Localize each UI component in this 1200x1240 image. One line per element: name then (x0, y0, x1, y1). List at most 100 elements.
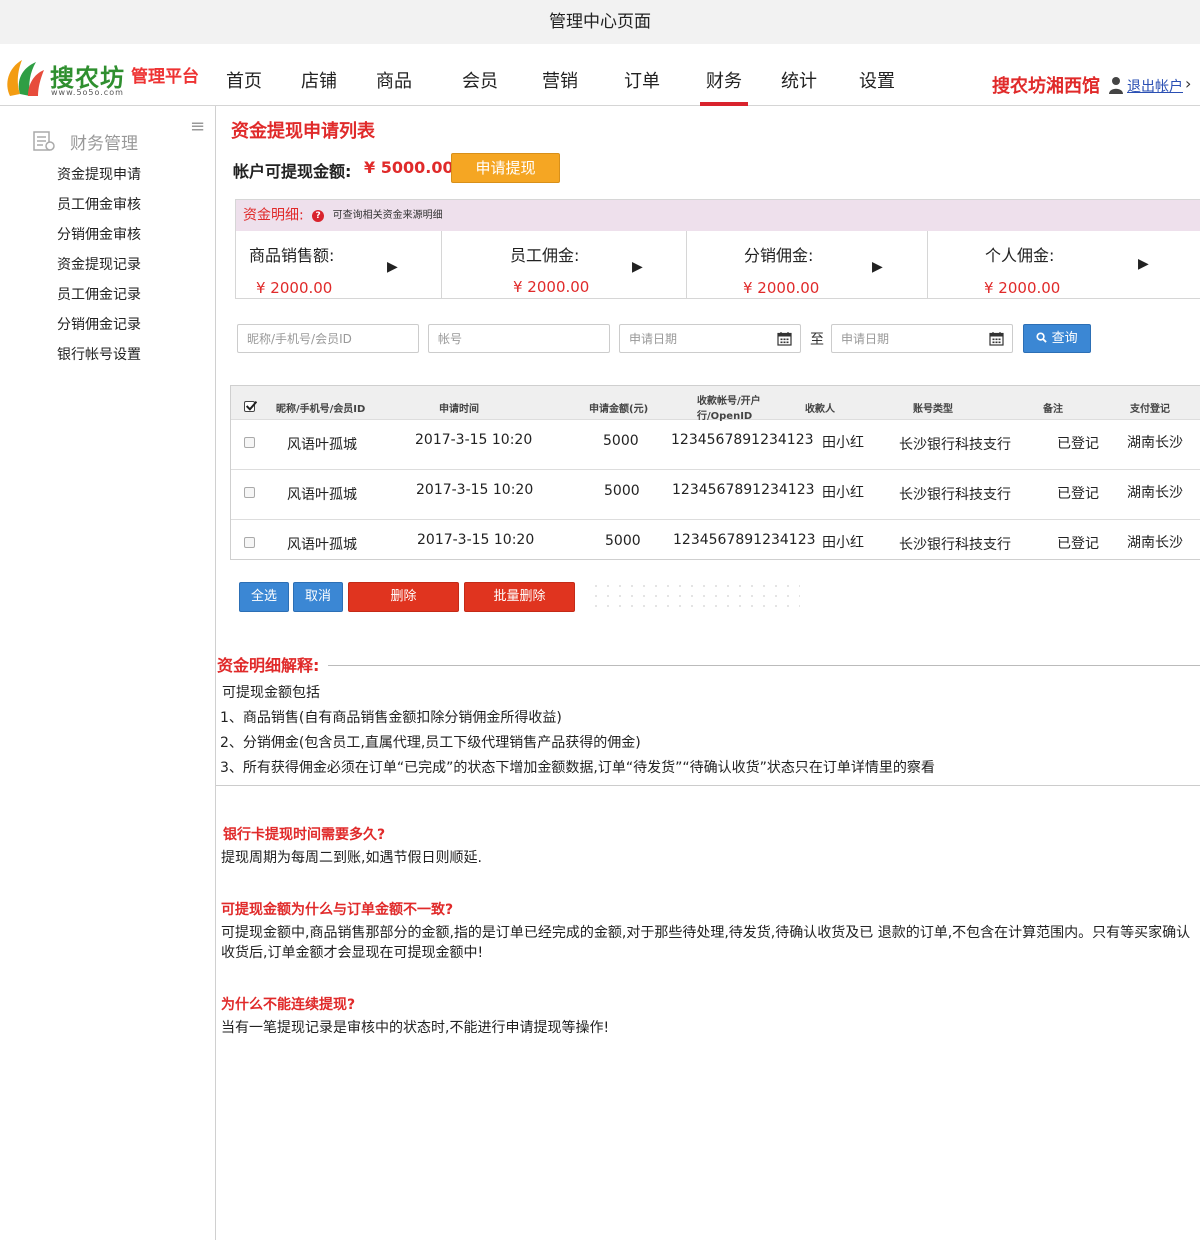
arrow-right-icon[interactable]: ▶ (1138, 256, 1149, 272)
row-checkbox[interactable] (244, 437, 255, 448)
dotted-placeholder (590, 581, 800, 611)
window-title: 管理中心页面 (0, 0, 1200, 44)
card-personal-commission[interactable]: 个人佣金: ▶ ¥ 2000.00 (928, 231, 1200, 298)
help-icon[interactable]: ? (312, 209, 325, 222)
logo[interactable]: 搜农坊 www.5o5o.com 管理平台 (0, 52, 215, 102)
sidebar-item-distribution-commission-review[interactable]: 分销佣金审核 (57, 220, 141, 250)
card-label: 分销佣金: (744, 246, 814, 265)
sidebar-menu: 资金提现申请 员工佣金审核 分销佣金审核 资金提现记录 员工佣金记录 分销佣金记… (57, 160, 141, 370)
faq-answer: 当有一笔提现记录是审核中的状态时,不能进行申请提现等操作! (221, 1020, 610, 1036)
col-time: 申请时间 (439, 404, 479, 415)
row-checkbox[interactable] (244, 487, 255, 498)
logo-url: www.5o5o.com (51, 88, 124, 97)
nav-finance[interactable]: 财务 (700, 44, 748, 106)
nav-store[interactable]: 店铺 (295, 44, 343, 106)
table-row: 风语叶孤城 2017-3-15 10:20 5000 1234567891234… (231, 470, 1200, 520)
balance-label: 帐户可提现金额: (233, 162, 352, 181)
cell-remark: 已登记 (1057, 436, 1099, 452)
faq-answer: 可提现金额中,商品销售那部分的金额,指的是订单已经完成的金额,对于那些待处理,待… (221, 925, 1191, 961)
cell-remark: 已登记 (1057, 486, 1099, 502)
chevron-right-icon: › (1185, 74, 1192, 93)
select-all-checkbox[interactable] (244, 400, 257, 412)
nav-settings[interactable]: 设置 (853, 44, 901, 106)
leaf-logo-icon (7, 60, 44, 96)
fund-detail-label: 资金明细: (243, 207, 304, 224)
cell-type: 长沙银行科技支行 (899, 487, 1011, 503)
menu-toggle-icon[interactable]: ≡ (190, 116, 205, 137)
ledger-icon (33, 131, 55, 151)
cell-type: 长沙银行科技支行 (899, 537, 1011, 553)
query-button-label: 查询 (1051, 331, 1078, 346)
nav-products[interactable]: 商品 (370, 44, 418, 106)
card-value: ¥ 2000.00 (256, 279, 333, 297)
cell-payee: 田小红 (822, 435, 864, 451)
col-account: 收款帐号/开户 (697, 396, 761, 407)
sidebar-item-distribution-commission-records[interactable]: 分销佣金记录 (57, 310, 141, 340)
card-label: 员工佣金: (510, 246, 580, 265)
cell-account: 1234567891234123 (671, 432, 814, 448)
nav-home[interactable]: 首页 (220, 44, 268, 106)
cell-user: 风语叶孤城 (287, 487, 357, 503)
cell-time: 2017-3-15 10:20 (417, 532, 535, 548)
table-header: 昵称/手机号/会员ID 申请时间 申请金额(元) 收款帐号/开户 行/OpenI… (231, 386, 1200, 422)
nav-stats[interactable]: 统计 (775, 44, 823, 106)
sidebar-item-staff-commission-review[interactable]: 员工佣金审核 (57, 190, 141, 220)
fund-detail-header: 资金明细: ? 可查询相关资金来源明细 (236, 200, 1200, 231)
cell-payee: 田小红 (822, 535, 864, 551)
card-value: ¥ 2000.00 (513, 278, 590, 296)
date-start-input[interactable] (619, 324, 801, 353)
row-checkbox[interactable] (244, 537, 255, 548)
sidebar-item-withdraw-records[interactable]: 资金提现记录 (57, 250, 141, 280)
sidebar-item-bank-account-settings[interactable]: 银行帐号设置 (57, 340, 141, 370)
query-button[interactable]: 查询 (1023, 324, 1091, 353)
card-staff-commission[interactable]: 员工佣金: ▶ ¥ 2000.00 (442, 231, 687, 298)
divider (216, 785, 1200, 786)
account-search-input[interactable] (428, 324, 610, 353)
nav-members[interactable]: 会员 (456, 44, 504, 106)
cell-time: 2017-3-15 10:20 (416, 482, 534, 498)
cell-payment: 湖南长沙 (1127, 485, 1183, 501)
nav-orders[interactable]: 订单 (618, 44, 666, 106)
apply-withdraw-button[interactable]: 申请提现 (451, 153, 560, 183)
arrow-right-icon[interactable]: ▶ (872, 259, 883, 275)
sidebar-item-staff-commission-records[interactable]: 员工佣金记录 (57, 280, 141, 310)
card-value: ¥ 2000.00 (984, 279, 1061, 297)
date-end-input[interactable] (831, 324, 1013, 353)
faq-answer: 提现周期为每周二到账,如遇节假日则顺延. (221, 850, 482, 866)
col-type: 账号类型 (913, 404, 953, 415)
delete-button[interactable]: 删除 (348, 582, 459, 612)
calendar-icon[interactable] (989, 331, 1004, 346)
batch-delete-button[interactable]: 批量删除 (464, 582, 575, 612)
header: 搜农坊 www.5o5o.com 管理平台 首页 店铺 商品 会员 营销 订单 … (0, 44, 1200, 106)
col-amount: 申请金额(元) (589, 404, 649, 415)
card-label: 商品销售额: (249, 246, 335, 265)
explain-line: 2、分销佣金(包含员工,直属代理,员工下级代理销售产品获得的佣金) (220, 735, 641, 751)
card-sales[interactable]: 商品销售额: ▶ ¥ 2000.00 (236, 231, 442, 298)
user-search-input[interactable] (237, 324, 419, 353)
arrow-right-icon[interactable]: ▶ (387, 259, 398, 275)
balance-value: ¥ 5000.00 (364, 158, 454, 177)
col-remark: 备注 (1043, 404, 1063, 415)
check-icon (245, 400, 257, 411)
main-content: 资金提现申请列表 帐户可提现金额: ¥ 5000.00 申请提现 资金明细: ?… (216, 106, 1200, 1240)
sidebar-item-withdraw-apply[interactable]: 资金提现申请 (57, 160, 141, 190)
table-row: 风语叶孤城 2017-3-15 10:20 5000 1234567891234… (231, 420, 1200, 470)
withdraw-table: 昵称/手机号/会员ID 申请时间 申请金额(元) 收款帐号/开户 行/OpenI… (230, 385, 1200, 560)
divider (328, 665, 1200, 666)
cell-account: 1234567891234123 (673, 532, 816, 548)
explain-line: 可提现金额包括 (222, 685, 320, 701)
col-payment: 支付登记 (1130, 404, 1170, 415)
shop-name: 搜农坊湘西馆 (992, 76, 1100, 97)
cell-payment: 湖南长沙 (1127, 435, 1183, 451)
nav-marketing[interactable]: 营销 (536, 44, 584, 106)
calendar-icon[interactable] (777, 331, 792, 346)
cancel-button[interactable]: 取消 (293, 582, 343, 612)
explain-title: 资金明细解释: (217, 652, 326, 676)
sidebar: ≡ 财务管理 资金提现申请 员工佣金审核 分销佣金审核 资金提现记录 员工佣金记… (0, 106, 216, 1240)
fund-detail-panel: 资金明细: ? 可查询相关资金来源明细 商品销售额: ▶ ¥ 2000.00 员… (235, 199, 1200, 299)
arrow-right-icon[interactable]: ▶ (632, 259, 643, 275)
search-icon (1036, 332, 1048, 343)
card-distribution-commission[interactable]: 分销佣金: ▶ ¥ 2000.00 (687, 231, 928, 298)
logout-link[interactable]: 退出帐户 (1127, 76, 1183, 96)
select-all-button[interactable]: 全选 (239, 582, 289, 612)
